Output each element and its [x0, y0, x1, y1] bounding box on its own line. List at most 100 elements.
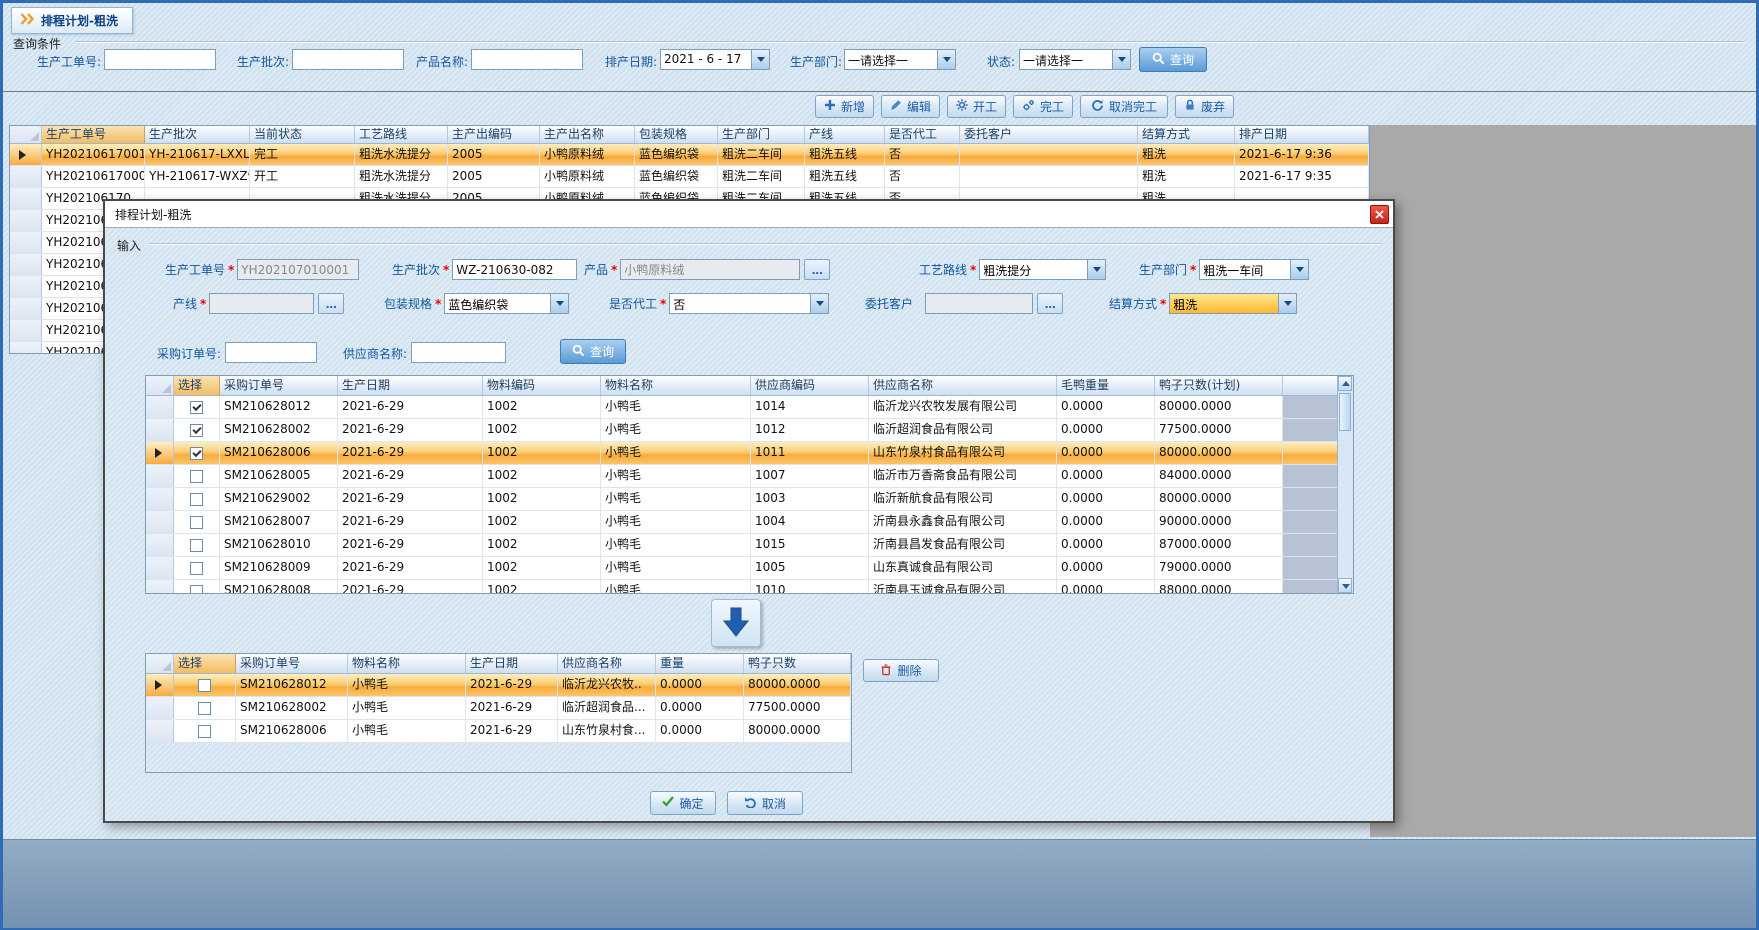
- row-selector[interactable]: [10, 342, 42, 354]
- column-header[interactable]: 委托客户: [960, 126, 1138, 143]
- row-checkbox[interactable]: [190, 470, 203, 483]
- column-header[interactable]: 物料名称: [601, 376, 751, 395]
- dept-select[interactable]: 一请选择一: [844, 49, 956, 70]
- oem-select[interactable]: 否: [669, 293, 829, 314]
- package-select[interactable]: 蓝色编织袋: [444, 293, 569, 314]
- row-checkbox[interactable]: [198, 702, 211, 715]
- chevron-down-icon[interactable]: [1087, 260, 1105, 279]
- column-header[interactable]: 物料编码: [483, 376, 601, 395]
- row-selector[interactable]: [146, 534, 174, 556]
- row-checkbox[interactable]: [190, 539, 203, 552]
- settle-select[interactable]: 粗洗: [1169, 293, 1297, 314]
- row-selector[interactable]: [146, 511, 174, 533]
- column-header[interactable]: 采购订单号: [220, 376, 338, 395]
- column-header[interactable]: 选择: [174, 376, 220, 395]
- column-header[interactable]: 生产工单号: [42, 126, 145, 143]
- row-selector[interactable]: [10, 188, 42, 209]
- row-checkbox[interactable]: [190, 493, 203, 506]
- column-header[interactable]: 结算方式: [1138, 126, 1235, 143]
- row-selector[interactable]: [10, 276, 42, 297]
- line-browse-button[interactable]: ...: [318, 293, 344, 314]
- table-row[interactable]: SM2106280082021-6-291002小鸭毛1010沂南县玉诚食品有限…: [146, 580, 1353, 594]
- scroll-down-icon[interactable]: [1338, 578, 1352, 593]
- column-header[interactable]: 是否代工: [885, 126, 960, 143]
- table-row[interactable]: SM210628006小鸭毛2021-6-29山东竹泉村食...0.000080…: [146, 720, 851, 743]
- table-row[interactable]: SM2106280072021-6-291002小鸭毛1004沂南县永鑫食品有限…: [146, 511, 1353, 534]
- add-button[interactable]: 新增: [815, 95, 874, 118]
- discard-button[interactable]: 废弃: [1175, 95, 1234, 118]
- edit-button[interactable]: 编辑: [881, 95, 940, 118]
- product-name-input[interactable]: [471, 49, 583, 70]
- scroll-thumb[interactable]: [1339, 393, 1351, 431]
- column-header[interactable]: 当前状态: [250, 126, 355, 143]
- cancel-finish-button[interactable]: 取消完工: [1080, 95, 1168, 118]
- select-all-corner[interactable]: [146, 654, 174, 673]
- product-input[interactable]: [620, 259, 800, 280]
- row-selector[interactable]: [146, 488, 174, 510]
- row-selector[interactable]: [146, 580, 174, 594]
- column-header[interactable]: 供应商名称: [558, 654, 656, 673]
- row-selector[interactable]: [146, 720, 174, 742]
- select-all-corner[interactable]: [10, 126, 42, 143]
- table-row[interactable]: YH202106170010YH-210617-LXXL931完工粗洗水洗提分2…: [10, 144, 1369, 166]
- row-checkbox[interactable]: [198, 679, 211, 692]
- search-button[interactable]: 查询: [1139, 47, 1207, 72]
- close-button[interactable]: [1370, 205, 1389, 224]
- vertical-scrollbar[interactable]: [1337, 376, 1353, 593]
- column-header[interactable]: 物料名称: [348, 654, 466, 673]
- start-work-button[interactable]: 开工: [947, 95, 1006, 118]
- row-selector[interactable]: [146, 557, 174, 579]
- column-header[interactable]: 供应商编码: [751, 376, 869, 395]
- row-selector[interactable]: [146, 419, 174, 441]
- column-header[interactable]: 采购订单号: [236, 654, 348, 673]
- batch-input[interactable]: [452, 259, 577, 280]
- select-all-corner[interactable]: [146, 376, 174, 395]
- column-header[interactable]: 鸭子只数: [744, 654, 851, 673]
- column-header[interactable]: 主产出编码: [448, 126, 540, 143]
- chevron-down-icon[interactable]: [751, 50, 769, 69]
- table-row[interactable]: SM2106280022021-6-291002小鸭毛1012临沂超润食品有限公…: [146, 419, 1353, 442]
- column-header[interactable]: 排产日期: [1235, 126, 1369, 143]
- row-checkbox[interactable]: [190, 516, 203, 529]
- chevron-down-icon[interactable]: [1112, 50, 1130, 69]
- column-header[interactable]: 生产日期: [338, 376, 483, 395]
- column-header[interactable]: 鸭子只数(计划): [1155, 376, 1283, 395]
- schedule-date-select[interactable]: 2021 - 6 - 17: [660, 49, 770, 70]
- column-header[interactable]: 产线: [805, 126, 885, 143]
- client-input[interactable]: [925, 293, 1033, 314]
- product-browse-button[interactable]: ...: [804, 259, 830, 280]
- po-number-input[interactable]: [225, 342, 317, 363]
- row-selector[interactable]: [10, 144, 42, 165]
- row-checkbox[interactable]: [190, 424, 203, 437]
- page-tab[interactable]: 排程计划-粗洗: [11, 7, 133, 34]
- row-selector[interactable]: [10, 254, 42, 275]
- row-selector[interactable]: [146, 442, 174, 464]
- row-selector[interactable]: [146, 465, 174, 487]
- row-selector[interactable]: [146, 697, 174, 719]
- status-select[interactable]: 一请选择一: [1019, 49, 1131, 70]
- table-row[interactable]: SM2106280062021-6-291002小鸭毛1011山东竹泉村食品有限…: [146, 442, 1353, 465]
- column-header[interactable]: 重量: [656, 654, 744, 673]
- row-selector[interactable]: [10, 320, 42, 341]
- dept-select[interactable]: 粗洗一车间: [1199, 259, 1309, 280]
- row-selector[interactable]: [10, 166, 42, 187]
- column-header[interactable]: 包装规格: [635, 126, 718, 143]
- chevron-down-icon[interactable]: [810, 294, 828, 313]
- table-row[interactable]: YH202106170009YH-210617-WXZ928开工粗洗水洗提分20…: [10, 166, 1369, 188]
- table-row[interactable]: SM2106280122021-6-291002小鸭毛1014临沂龙兴农牧发展有…: [146, 396, 1353, 419]
- finish-work-button[interactable]: 完工: [1013, 95, 1073, 118]
- ok-button[interactable]: 确定: [650, 791, 716, 815]
- column-header[interactable]: 选择: [174, 654, 236, 673]
- column-header[interactable]: 生产部门: [718, 126, 805, 143]
- table-row[interactable]: SM2106280052021-6-291002小鸭毛1007临沂市万香斋食品有…: [146, 465, 1353, 488]
- row-selector[interactable]: [10, 298, 42, 319]
- route-select[interactable]: 粗洗提分: [979, 259, 1106, 280]
- column-header[interactable]: 生产批次: [145, 126, 250, 143]
- line-input[interactable]: [209, 293, 314, 314]
- client-browse-button[interactable]: ...: [1037, 293, 1063, 314]
- chevron-down-icon[interactable]: [937, 50, 955, 69]
- chevron-down-icon[interactable]: [550, 294, 568, 313]
- move-down-button[interactable]: [711, 599, 761, 647]
- table-row[interactable]: SM2106280102021-6-291002小鸭毛1015沂南县昌发食品有限…: [146, 534, 1353, 557]
- row-selector[interactable]: [10, 232, 42, 253]
